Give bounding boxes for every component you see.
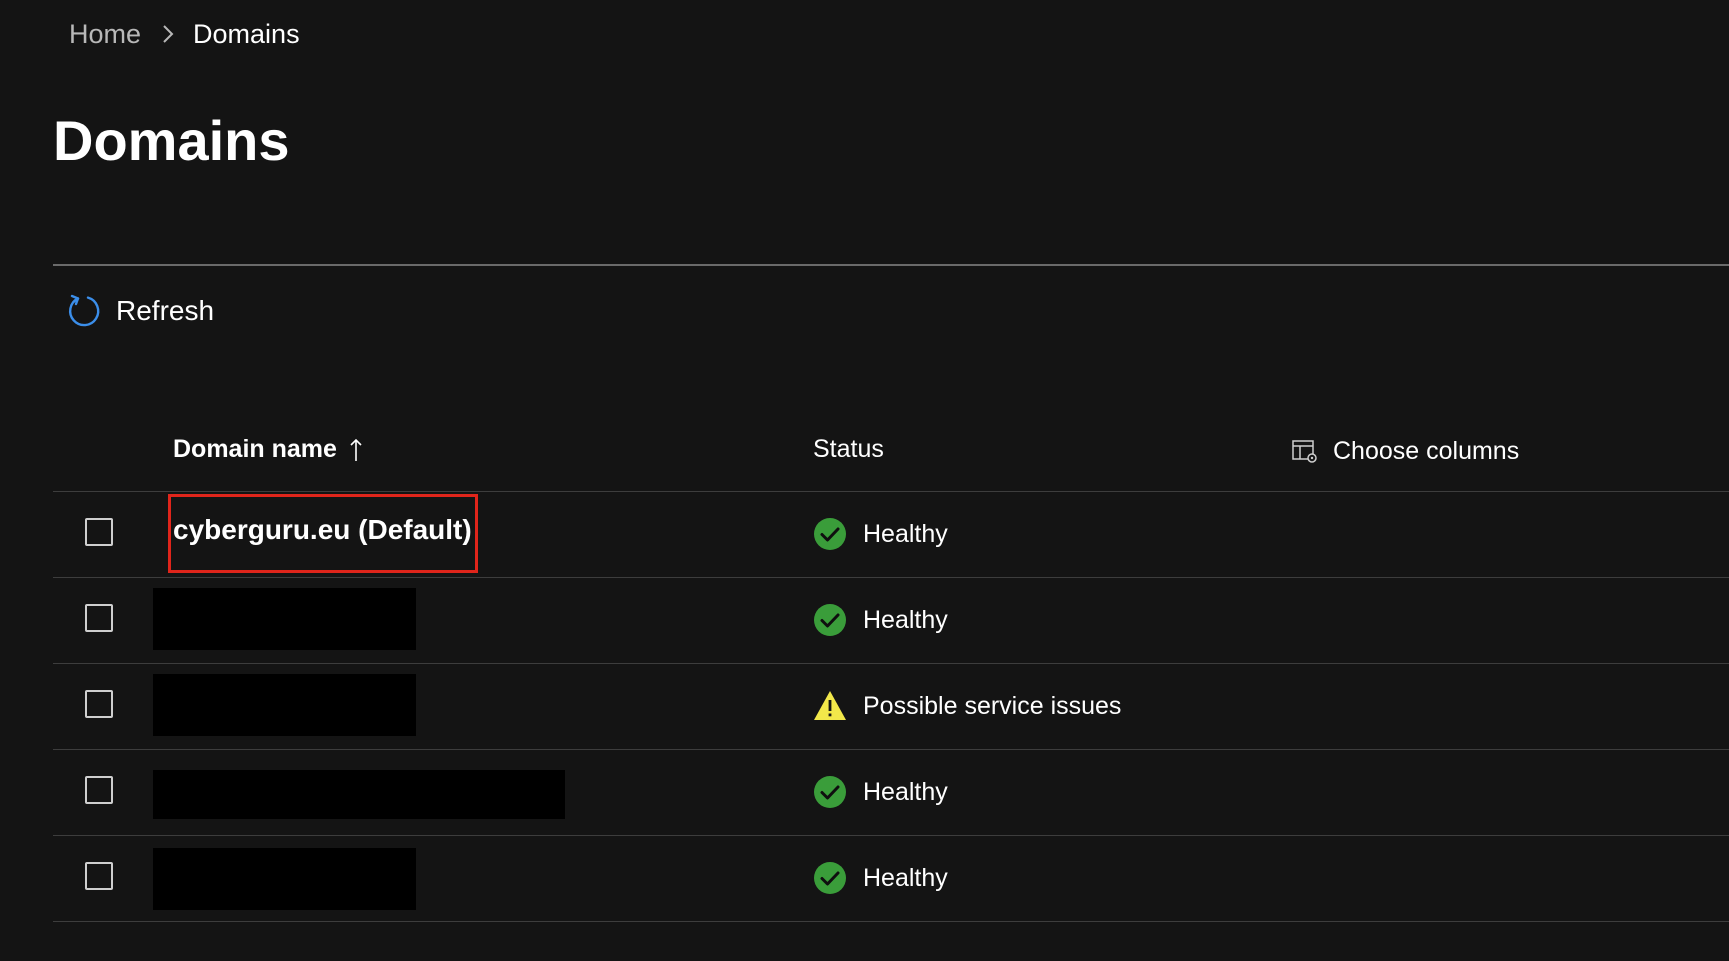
choose-columns-button[interactable]: Choose columns bbox=[1291, 437, 1519, 466]
row-checkbox[interactable] bbox=[85, 518, 113, 546]
redacted-domain-name bbox=[153, 674, 416, 736]
check-circle-icon bbox=[813, 603, 847, 637]
breadcrumb: Home Domains bbox=[69, 14, 300, 54]
sort-ascending-icon bbox=[349, 437, 363, 463]
refresh-label: Refresh bbox=[116, 295, 215, 326]
warning-icon bbox=[813, 689, 847, 723]
status-label: Healthy bbox=[863, 863, 948, 892]
row-checkbox[interactable] bbox=[85, 604, 113, 632]
choose-columns-icon bbox=[1291, 439, 1319, 465]
status-cell: Possible service issues bbox=[813, 689, 1121, 723]
check-circle-icon bbox=[813, 775, 847, 809]
status-cell: Healthy bbox=[813, 603, 948, 637]
breadcrumb-home-link[interactable]: Home bbox=[69, 19, 141, 50]
row-checkbox[interactable] bbox=[85, 690, 113, 718]
redacted-domain-name bbox=[153, 770, 565, 819]
status-label: Healthy bbox=[863, 519, 948, 548]
row-checkbox[interactable] bbox=[85, 776, 113, 804]
table-row[interactable]: Healthy bbox=[53, 578, 1729, 664]
check-circle-icon bbox=[813, 861, 847, 895]
refresh-icon bbox=[66, 293, 102, 329]
status-label: Healthy bbox=[863, 605, 948, 634]
row-checkbox[interactable] bbox=[85, 862, 113, 890]
column-header-label: Domain name bbox=[173, 435, 337, 463]
status-label: Possible service issues bbox=[863, 691, 1122, 720]
domains-page: Home Domains Domains Refresh Domain name bbox=[0, 0, 1729, 961]
column-header-domain-name[interactable]: Domain name bbox=[173, 435, 363, 464]
status-label: Healthy bbox=[863, 777, 948, 806]
table-row[interactable]: Healthy bbox=[53, 836, 1729, 922]
table-row[interactable]: Healthy bbox=[53, 750, 1729, 836]
domain-name-cell[interactable]: cyberguru.eu (Default) bbox=[173, 514, 472, 546]
page-title: Domains bbox=[53, 109, 290, 172]
table-row[interactable]: Possible service issues bbox=[53, 664, 1729, 750]
check-circle-icon bbox=[813, 517, 847, 551]
status-cell: Healthy bbox=[813, 775, 948, 809]
column-header-status[interactable]: Status bbox=[813, 435, 884, 464]
redacted-domain-name bbox=[153, 588, 416, 650]
table-header: Domain name Status Choose columns bbox=[53, 405, 1729, 492]
table-row[interactable]: cyberguru.eu (Default) Healthy bbox=[53, 492, 1729, 578]
refresh-button[interactable]: Refresh bbox=[66, 289, 214, 333]
choose-columns-label: Choose columns bbox=[1333, 437, 1520, 465]
status-cell: Healthy bbox=[813, 861, 948, 895]
domains-table: Domain name Status Choose columns cyberg… bbox=[53, 405, 1729, 922]
redacted-domain-name bbox=[153, 848, 416, 910]
status-cell: Healthy bbox=[813, 517, 948, 551]
chevron-right-icon bbox=[161, 23, 175, 45]
divider bbox=[53, 264, 1729, 266]
breadcrumb-current: Domains bbox=[193, 18, 300, 49]
